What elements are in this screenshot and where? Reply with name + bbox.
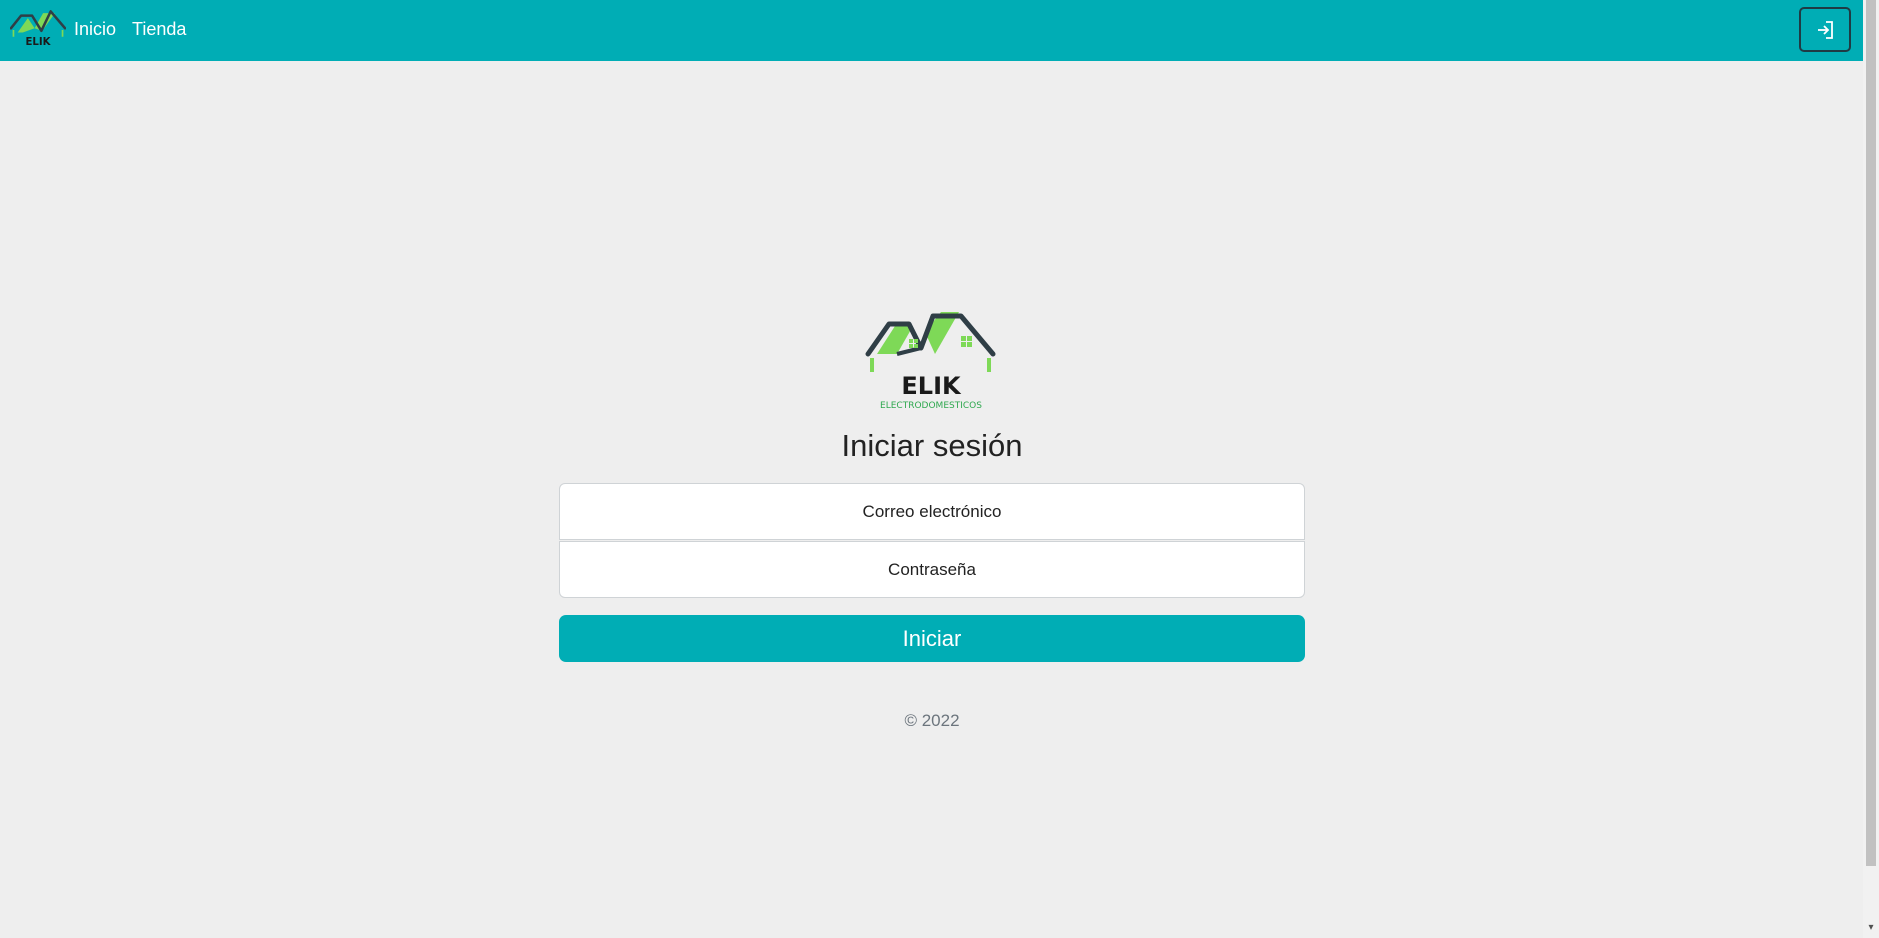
nav-brand-logo[interactable]: ELIK [10, 8, 66, 52]
login-button[interactable] [1799, 7, 1851, 52]
brand-tagline: ELECTRODOMESTICOS [880, 401, 982, 411]
nav-link-inicio[interactable]: Inicio [74, 19, 116, 40]
scrollbar-thumb[interactable] [1866, 0, 1876, 866]
login-arrow-icon [1818, 20, 1833, 39]
nav-brand-name: ELIK [25, 37, 51, 48]
navbar: ELIK Inicio Tienda [0, 0, 1863, 61]
password-field[interactable] [559, 541, 1305, 598]
scroll-down-arrow-icon[interactable]: ▾ [1866, 922, 1876, 934]
copyright-text: © 2022 [904, 711, 960, 730]
main-brand-logo: ELIK ELECTRODOMESTICOS [865, 312, 996, 411]
login-submit-button[interactable]: Iniciar [559, 615, 1305, 662]
brand-name: ELIK [901, 372, 962, 400]
nav-link-tienda[interactable]: Tienda [132, 19, 186, 40]
email-field[interactable] [559, 483, 1305, 540]
page-title: Iniciar sesión [841, 428, 1023, 463]
